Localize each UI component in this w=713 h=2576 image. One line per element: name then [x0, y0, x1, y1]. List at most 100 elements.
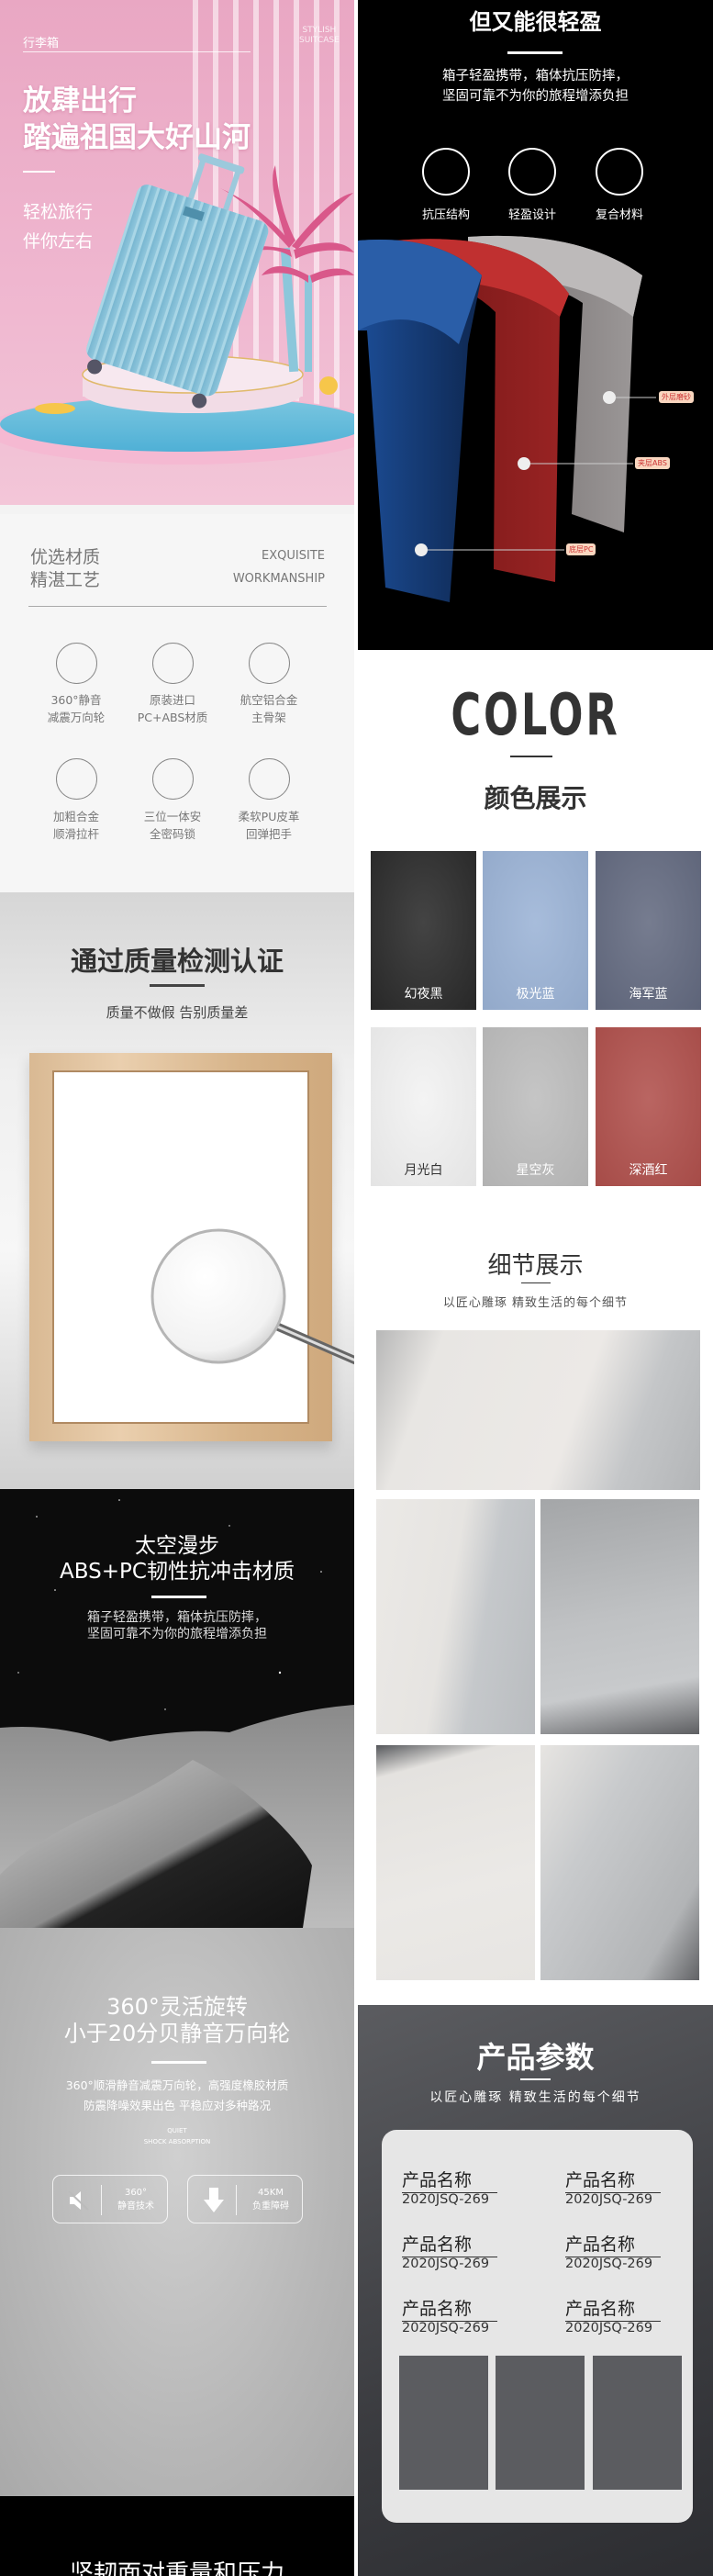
magnifier-icon — [150, 1228, 354, 1365]
feature-line: 原装进口 — [149, 693, 195, 707]
color-swatch[interactable]: 海军蓝 — [596, 851, 701, 1010]
english-title-line: WORKMANSHIP — [232, 572, 325, 586]
section-description-line: 360°顺滑静音减震万向轮，高强度橡胶材质 — [65, 2078, 289, 2092]
section-title-line: 小于20分贝静音万向轮 — [63, 2021, 291, 2046]
feature-label: 360°静音 减震万向轮 — [26, 691, 127, 726]
feature-line: 360°静音 — [50, 693, 102, 707]
feature-badge-load: 45KM 负重障碍 — [187, 2175, 303, 2223]
color-section: COLOR 颜色展示 幻夜黑 极光蓝 海军蓝 月光白 星空灰 深酒红 — [358, 650, 713, 1193]
feature-badge-silent: 360° 静音技术 — [52, 2175, 168, 2223]
divider — [28, 606, 327, 607]
craftsmanship-section: 优选材质 精湛工艺 EXQUISITE WORKMANSHIP 360°静音 减震… — [0, 514, 354, 892]
feature-line: 航空铝合金 — [240, 693, 298, 707]
section-title-line: 精湛工艺 — [30, 570, 101, 590]
hero-banner: 行李箱 STYLISH SUITCASE 放肆出行 踏遍祖国大好山河 轻松旅行 … — [0, 0, 354, 505]
swatch-label: 幻夜黑 — [404, 987, 443, 1002]
param-label: 产品名称 — [565, 2167, 661, 2193]
layer-tag-inner: 底层PC — [566, 543, 596, 555]
param-label: 产品名称 — [565, 2231, 661, 2257]
feature-line: 加粗合金 — [52, 810, 99, 823]
section-title: 坚韧面对重量和压力 — [69, 2560, 284, 2576]
param-value: 2020JSQ-269 — [565, 2192, 653, 2207]
section-divider — [0, 505, 354, 514]
color-swatch[interactable]: 星空灰 — [483, 1027, 588, 1186]
space-material-section: 太空漫步 ABS+PC韧性抗冲击材质 箱子轻盈携带，箱体抗压防摔， 坚固可靠不为… — [0, 1489, 354, 1928]
quality-section: 通过质量检测认证 质量不做假 告别质量差 — [0, 892, 354, 1489]
divider — [236, 2185, 237, 2215]
color-swatch[interactable]: 幻夜黑 — [371, 851, 476, 1010]
detail-image — [540, 1745, 699, 1980]
mute-speaker-icon — [68, 2190, 89, 2211]
lightweight-section: 但又能很轻盈 箱子轻盈携带，箱体抗压防摔， 坚固可靠不为你的旅程增添负担 抗压结… — [358, 0, 713, 650]
feature-line: 回弹把手 — [245, 827, 292, 841]
swatch-label: 海军蓝 — [629, 987, 668, 1002]
param-value: 2020JSQ-269 — [565, 2257, 653, 2271]
section-title: 颜色展示 — [484, 783, 587, 813]
divider — [151, 1596, 206, 1598]
feature-icon — [249, 758, 290, 800]
swatch-label: 星空灰 — [516, 1163, 555, 1178]
swatch-label: 月光白 — [404, 1163, 443, 1178]
detail-image — [376, 1499, 535, 1734]
param-value: 2020JSQ-269 — [402, 2321, 490, 2335]
parameters-card: 产品名称 2020JSQ-269 产品名称 2020JSQ-269 产品名称 2… — [382, 2130, 693, 2523]
feature-label: 柔软PU皮革 回弹把手 — [218, 808, 319, 843]
badge-line: 360° — [124, 2188, 148, 2198]
feature-icon — [56, 758, 97, 800]
section-subtitle: 以匠心雕琢 精致生活的每个细节 — [442, 1296, 629, 1310]
detail-image — [540, 1499, 699, 1734]
strength-section: 坚韧面对重量和压力 — [0, 2496, 354, 2576]
param-value: 2020JSQ-269 — [402, 2192, 490, 2207]
color-swatch[interactable]: 月光白 — [371, 1027, 476, 1186]
divider — [520, 2078, 551, 2080]
feature-line: 主骨架 — [251, 711, 286, 724]
section-title: 细节展示 — [487, 1252, 584, 1280]
param-label: 产品名称 — [565, 2295, 661, 2322]
feature-line: 柔软PU皮革 — [238, 810, 300, 823]
feature-icon — [152, 643, 194, 684]
feature-label: 加粗合金 顺滑拉杆 — [26, 808, 127, 843]
detail-image — [376, 1745, 535, 1980]
color-swatch[interactable]: 深酒红 — [596, 1027, 701, 1186]
section-description-line: 坚固可靠不为你的旅程增添负担 — [87, 1627, 267, 1641]
section-title-line: 优选材质 — [30, 547, 101, 567]
divider — [510, 756, 552, 757]
param-value: 2020JSQ-269 — [565, 2321, 653, 2335]
feature-label: 航空铝合金 主骨架 — [218, 691, 319, 726]
param-label: 产品名称 — [402, 2295, 497, 2322]
product-image-placeholder — [593, 2356, 682, 2490]
swatch-label: 极光蓝 — [516, 987, 555, 1002]
badge-line: 45KM — [258, 2188, 284, 2198]
divider — [151, 2061, 206, 2064]
english-caption: QUIET — [167, 2127, 187, 2134]
parameters-section: 产品参数 以匠心雕琢 精致生活的每个细节 产品名称 2020JSQ-269 产品… — [358, 2005, 713, 2576]
details-section: 细节展示 以匠心雕琢 精致生活的每个细节 — [358, 1193, 713, 2005]
color-swatch[interactable]: 极光蓝 — [483, 851, 588, 1010]
param-value: 2020JSQ-269 — [402, 2257, 490, 2271]
param-label: 产品名称 — [402, 2231, 497, 2257]
feature-label: 三位一体安 全密码锁 — [122, 808, 223, 843]
badge-line: 负重障碍 — [252, 2201, 289, 2212]
feature-icon — [249, 643, 290, 684]
product-image-placeholder — [399, 2356, 488, 2490]
section-title-line: ABS+PC韧性抗冲击材质 — [60, 1560, 295, 1584]
param-label: 产品名称 — [402, 2167, 497, 2193]
section-description-line: 防震降噪效果出色 平稳应对多种路况 — [84, 2099, 271, 2112]
section-description-line: 箱子轻盈携带，箱体抗压防摔， — [87, 1610, 267, 1625]
feature-line: 减震万向轮 — [47, 711, 106, 724]
color-heading: COLOR — [451, 681, 620, 748]
feature-icon — [152, 758, 194, 800]
badge-line: 静音技术 — [117, 2201, 154, 2212]
wheel-section: 360°灵活旋转 小于20分贝静音万向轮 360°顺滑静音减震万向轮，高强度橡胶… — [0, 1928, 354, 2496]
section-title: 产品参数 — [476, 2040, 595, 2075]
divider — [101, 2185, 102, 2215]
feature-line: 顺滑拉杆 — [52, 827, 99, 841]
english-title-line: EXQUISITE — [262, 549, 325, 563]
suitcase-scene-illustration — [0, 153, 354, 465]
layer-tag-outer: 外层磨砂 — [659, 391, 694, 403]
feature-line: PC+ABS材质 — [137, 711, 208, 724]
section-subtitle: 以匠心雕琢 精致生活的每个细节 — [429, 2090, 641, 2105]
swatch-label: 深酒红 — [629, 1163, 668, 1178]
feature-icon — [56, 643, 97, 684]
shell-layers-illustration — [358, 235, 656, 602]
